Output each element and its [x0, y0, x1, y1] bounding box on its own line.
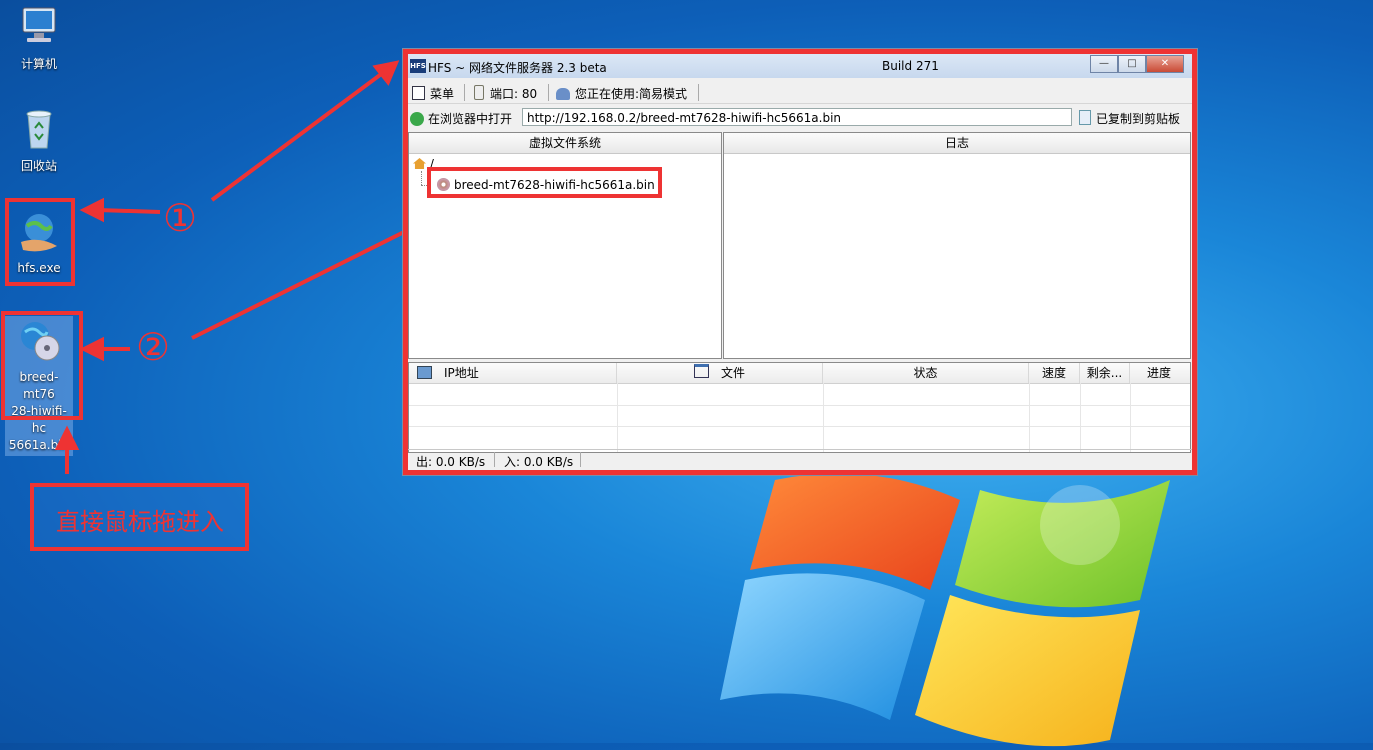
- clipboard-icon: [1079, 110, 1091, 125]
- network-icon: [417, 366, 432, 379]
- col-file[interactable]: 文件: [617, 363, 823, 383]
- open-in-browser-label: 在浏览器中打开: [428, 112, 513, 126]
- download-speed: 入: 0.0 KB/s: [504, 455, 574, 469]
- build-label: Build 271: [882, 59, 939, 73]
- url-bar: 在浏览器中打开 http://192.168.0.2/breed-mt7628-…: [408, 106, 1192, 130]
- menu-button[interactable]: 菜单: [412, 85, 454, 102]
- users-icon: [556, 88, 570, 100]
- menu-label: 菜单: [430, 87, 455, 101]
- plug-icon: [474, 85, 484, 100]
- window-title: HFS ~ 网络文件服务器 2.3 beta: [428, 61, 607, 75]
- status-bar: 出: 0.0 KB/s 入: 0.0 KB/s: [408, 449, 1192, 470]
- menu-icon: [412, 86, 425, 100]
- step1-marker: ①: [163, 196, 198, 240]
- maximize-button[interactable]: □: [1118, 55, 1146, 73]
- file-column-icon: [693, 364, 709, 378]
- copied-label: 已复制到剪贴板: [1096, 112, 1181, 126]
- home-icon: [413, 158, 426, 169]
- log-pane[interactable]: 日志: [723, 132, 1191, 359]
- toolbar: 菜单 端口: 80 您正在使用:简易模式: [408, 81, 1192, 104]
- hfs-window[interactable]: HFS HFS ~ 网络文件服务器 2.3 beta Build 271 — □…: [402, 48, 1198, 476]
- col-progress[interactable]: 进度: [1130, 363, 1188, 383]
- open-in-browser-button[interactable]: 在浏览器中打开: [410, 110, 512, 127]
- col-status[interactable]: 状态: [823, 363, 1029, 383]
- note-box: 直接鼠标拖进入: [30, 483, 249, 551]
- note-text: 直接鼠标拖进入: [56, 508, 224, 536]
- col-ip-label: IP地址: [444, 366, 479, 380]
- upload-speed: 出: 0.0 KB/s: [416, 455, 486, 469]
- col-remaining[interactable]: 剩余...: [1080, 363, 1130, 383]
- hfs-logo-icon: HFS: [410, 59, 426, 73]
- col-speed[interactable]: 速度: [1029, 363, 1080, 383]
- port-button[interactable]: 端口: 80: [474, 85, 537, 102]
- step2-marker: ②: [136, 325, 171, 369]
- col-file-label: 文件: [720, 366, 745, 380]
- copy-to-clipboard-button[interactable]: 已复制到剪贴板: [1079, 110, 1180, 127]
- port-label: 端口: 80: [490, 87, 538, 101]
- mode-button[interactable]: 您正在使用:简易模式: [556, 85, 687, 102]
- minimize-button[interactable]: —: [1090, 55, 1118, 73]
- connections-grid[interactable]: IP地址 文件 状态 速度 剩余... 进度: [408, 362, 1191, 453]
- close-button[interactable]: ✕: [1146, 55, 1184, 73]
- col-ip[interactable]: IP地址: [409, 363, 617, 383]
- highlight-vfs-file: [427, 167, 662, 198]
- url-field[interactable]: http://192.168.0.2/breed-mt7628-hiwifi-h…: [522, 108, 1072, 126]
- log-header: 日志: [724, 133, 1190, 154]
- title-bar[interactable]: HFS HFS ~ 网络文件服务器 2.3 beta Build 271 — □…: [408, 54, 1192, 78]
- vfs-header: 虚拟文件系统: [409, 133, 721, 154]
- browser-icon: [410, 112, 424, 126]
- mode-label: 您正在使用:简易模式: [575, 87, 688, 101]
